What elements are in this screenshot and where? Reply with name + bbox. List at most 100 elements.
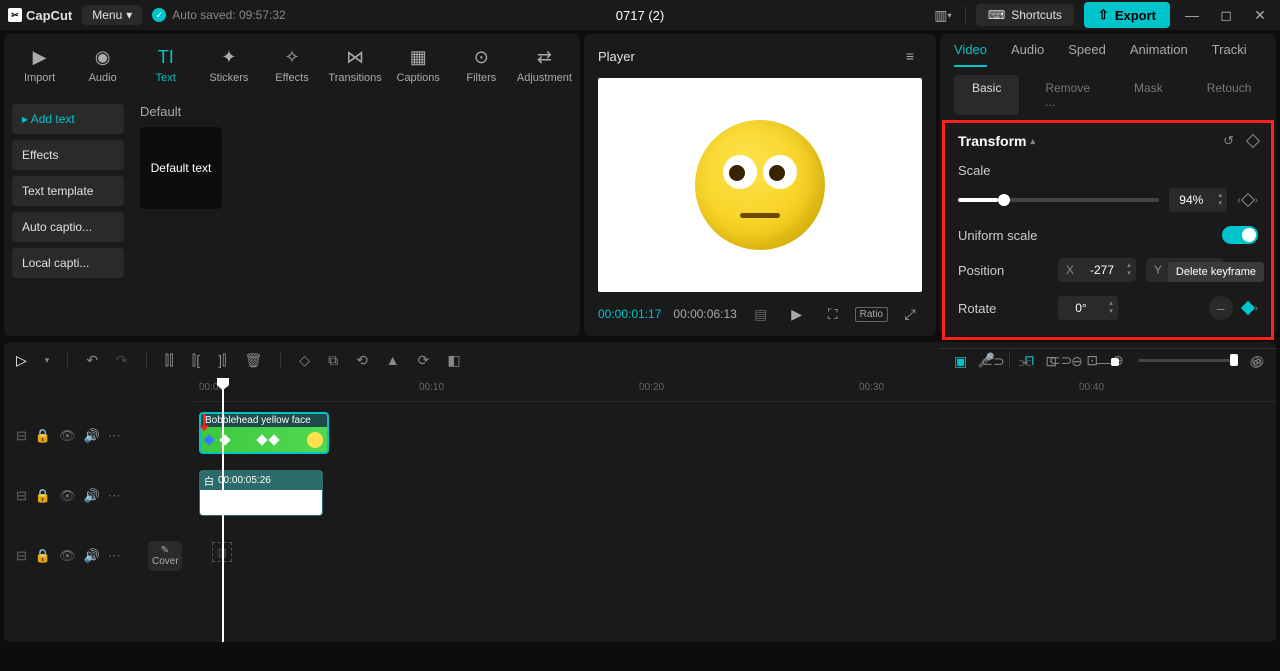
fullscreen-icon[interactable]: ⤢	[898, 302, 922, 326]
sidebar-btn-effects[interactable]: Effects	[12, 140, 124, 170]
keyframe-mark[interactable]	[268, 434, 279, 445]
bt-icon-5[interactable]: ⊖	[1071, 353, 1083, 370]
menu-button[interactable]: Menu ▾	[82, 5, 142, 25]
eye-icon[interactable]: 👁	[59, 428, 76, 444]
tool-tab-transitions[interactable]: ⋈Transitions	[324, 42, 387, 88]
rotate-input[interactable]	[1058, 296, 1104, 320]
track-options-icon[interactable]: ⊟	[16, 428, 27, 444]
uniform-scale-toggle[interactable]	[1222, 226, 1258, 244]
more-icon[interactable]: ⋯	[108, 428, 121, 444]
reverse-icon[interactable]: ⟲	[356, 352, 368, 369]
tool-tab-effects[interactable]: ✧Effects	[260, 42, 323, 88]
scale-keyframe-diamond[interactable]	[1241, 193, 1255, 207]
split-icon[interactable]: ⫿⫿	[165, 352, 174, 369]
bt-icon-1[interactable]: ▣	[954, 353, 967, 370]
kf-next-icon[interactable]: ›	[1255, 303, 1258, 314]
lock-icon[interactable]: 🔒	[35, 428, 51, 444]
sidebar-btn-text-template[interactable]: Text template	[12, 176, 124, 206]
inspector-tab-tracki[interactable]: Tracki	[1212, 42, 1247, 67]
shortcuts-button[interactable]: ⌨ Shortcuts	[976, 4, 1074, 26]
play-button[interactable]: ▶	[785, 302, 809, 326]
rotate-spinner[interactable]: ▴▾	[1104, 300, 1118, 316]
undo-icon[interactable]: ↶	[86, 352, 98, 369]
tool-tab-stickers[interactable]: ✦Stickers	[197, 42, 260, 88]
cover-button[interactable]: ✎ Cover	[148, 541, 182, 571]
sidebar-btn-local-capti-[interactable]: Local capti...	[12, 248, 124, 278]
inspector-subtab-remove-[interactable]: Remove ...	[1027, 75, 1108, 115]
tool-tab-filters[interactable]: ⊙Filters	[450, 42, 513, 88]
ratio-button[interactable]: Ratio	[855, 307, 888, 322]
pointer-tool-icon[interactable]: ▷	[16, 352, 27, 369]
tracks-area[interactable]: 00:0000:1000:2000:3000:40 ➘ Bobblehead y…	[194, 378, 1276, 642]
trim-left-icon[interactable]: ⫿[	[192, 352, 200, 369]
target-icon[interactable]: ◎	[1250, 353, 1262, 370]
lock-icon[interactable]: 🔒	[35, 548, 51, 564]
tool-tab-import[interactable]: ▶Import	[8, 42, 71, 88]
export-button[interactable]: ⇧ Export	[1084, 2, 1170, 28]
align-icon[interactable]: ⫘	[1019, 353, 1032, 370]
scale-input[interactable]	[1169, 188, 1213, 212]
rotate-tool-icon[interactable]: ⟳	[418, 352, 430, 369]
inspector-tab-video[interactable]: Video	[954, 42, 987, 67]
mute-icon[interactable]: 🔊	[84, 428, 100, 444]
tool-tab-captions[interactable]: ▦Captions	[387, 42, 450, 88]
track-options-icon[interactable]: ⊟	[16, 548, 27, 564]
redo-icon[interactable]: ↷	[116, 352, 128, 369]
layout-button[interactable]: ▥▾	[931, 3, 955, 27]
minimize-button[interactable]: —	[1180, 3, 1204, 27]
copy-icon[interactable]: ⧉	[328, 352, 338, 369]
pointer-dropdown-icon[interactable]: ▾	[45, 355, 50, 366]
inspector-tab-speed[interactable]: Speed	[1068, 42, 1106, 67]
lock-icon[interactable]: 🔒	[35, 488, 51, 504]
inspector-subtab-mask[interactable]: Mask	[1116, 75, 1181, 115]
mirror-tool-icon[interactable]: ▲	[386, 352, 400, 368]
more-icon[interactable]: ⋯	[108, 548, 121, 564]
sidebar-btn-add-text[interactable]: Add text	[12, 104, 124, 134]
inspector-subtab-retouch[interactable]: Retouch	[1189, 75, 1270, 115]
kf-next-icon[interactable]: ›	[1255, 195, 1258, 206]
more-icon[interactable]: ⋯	[108, 488, 121, 504]
position-x-input[interactable]	[1082, 258, 1122, 282]
inspector-tab-animation[interactable]: Animation	[1130, 42, 1188, 67]
eye-icon[interactable]: 👁	[59, 488, 76, 504]
marker-icon[interactable]: ◇	[299, 352, 310, 369]
playhead[interactable]	[222, 378, 224, 642]
scale-spinner[interactable]: ▴▾	[1213, 192, 1227, 208]
inspector-subtab-basic[interactable]: Basic	[954, 75, 1019, 115]
keyframe-mark[interactable]	[256, 434, 267, 445]
delete-icon[interactable]: 🗑	[245, 352, 263, 369]
inspector-tab-audio[interactable]: Audio	[1011, 42, 1044, 67]
trim-right-icon[interactable]: ]⫿	[218, 352, 226, 369]
transform-title[interactable]: Transform ▴	[958, 133, 1035, 149]
maximize-button[interactable]: ◻	[1214, 3, 1238, 27]
zoom-slider[interactable]	[1138, 359, 1238, 362]
crop-icon[interactable]: ◧	[447, 352, 460, 369]
sidebar-btn-auto-captio-[interactable]: Auto captio...	[12, 212, 124, 242]
pos-x-spinner[interactable]: ▴▾	[1122, 262, 1136, 278]
eye-icon[interactable]: 👁	[59, 548, 76, 564]
rotate-keyframe-diamond[interactable]	[1241, 301, 1255, 315]
keyframe-diamond-header[interactable]	[1246, 134, 1260, 148]
mirror-icon[interactable]: –	[1209, 296, 1233, 320]
bt-icon-4[interactable]: ⊡	[1045, 353, 1057, 370]
link-icon[interactable]: ⊂⊃	[981, 353, 1004, 370]
player-viewport[interactable]	[598, 78, 922, 292]
tool-tab-audio[interactable]: ◉Audio	[71, 42, 134, 88]
separator	[146, 351, 147, 369]
mute-icon[interactable]: 🔊	[84, 548, 100, 564]
default-text-thumb[interactable]: Default text	[140, 127, 222, 209]
reset-icon[interactable]: ↺	[1223, 133, 1234, 149]
track-options-icon[interactable]: ⊟	[16, 488, 27, 504]
tool-tab-text[interactable]: TIText	[134, 42, 197, 88]
player-menu-icon[interactable]: ≡	[898, 44, 922, 68]
scan-icon[interactable]: ⛶	[821, 302, 845, 326]
scale-slider[interactable]	[958, 198, 1159, 202]
bt-icon-6[interactable]: —	[1097, 353, 1119, 370]
close-button[interactable]: ✕	[1248, 3, 1272, 27]
list-view-icon[interactable]: ▤	[749, 302, 773, 326]
keyframe-mark[interactable]	[203, 434, 214, 445]
mute-icon[interactable]: 🔊	[84, 488, 100, 504]
timeline-ruler[interactable]: 00:0000:1000:2000:3000:40	[194, 378, 1276, 402]
tool-tab-adjustment[interactable]: ⇄Adjustment	[513, 42, 576, 88]
video-clip[interactable]: 白 00:00:05:26	[199, 470, 323, 516]
